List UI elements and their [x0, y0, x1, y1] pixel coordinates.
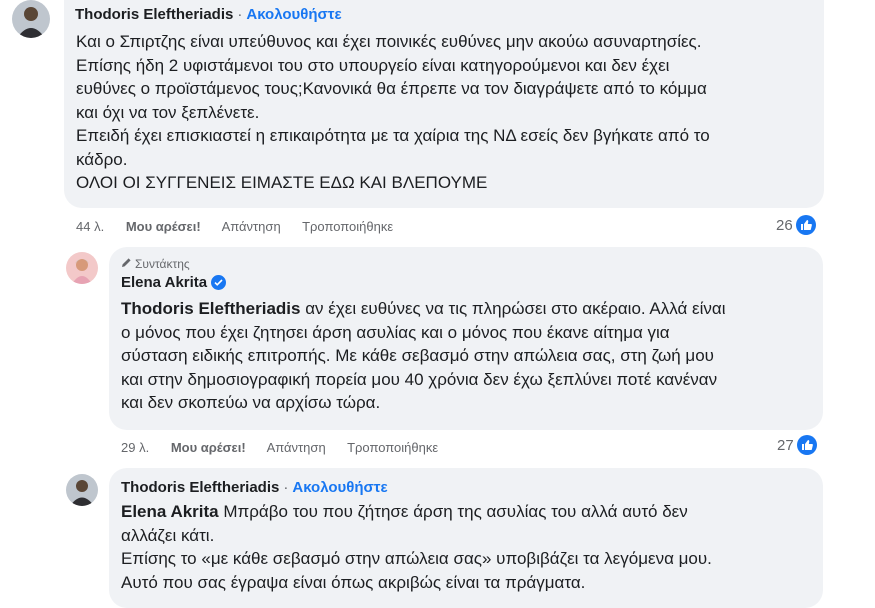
timestamp[interactable]: 29 λ. — [121, 440, 149, 455]
like-thumb-icon — [796, 435, 817, 455]
comment-actions: 29 λ. Μου αρέσει! Απάντηση Τροποποιήθηκε — [121, 440, 456, 455]
reply-button[interactable]: Απάντηση — [222, 219, 281, 234]
reaction-count[interactable]: 27 — [777, 435, 817, 455]
avatar[interactable] — [66, 252, 98, 284]
comment-bubble: Thodoris Eleftheriadis · Ακολουθήστε Elena… — [109, 468, 823, 608]
avatar[interactable] — [12, 0, 50, 38]
pen-icon — [121, 257, 132, 271]
edited-label[interactable]: Τροποποιήθηκε — [347, 440, 438, 455]
reply-button[interactable]: Απάντηση — [267, 440, 326, 455]
comment-author[interactable]: Thodoris Eleftheriadis — [121, 479, 279, 496]
comment-author[interactable]: Elena Akrita — [121, 274, 207, 291]
comment-actions: 44 λ. Μου αρέσει! Απάντηση Τροποποιήθηκε — [76, 219, 411, 234]
comment-text: Και ο Σπιρτζης είναι υπεύθυνος και έχει … — [76, 32, 710, 192]
avatar[interactable] — [66, 474, 98, 506]
mention-link[interactable]: Thodoris Eleftheriadis — [121, 299, 300, 318]
verified-badge-icon — [211, 275, 227, 290]
mention-link[interactable]: Elena Akrita — [121, 502, 219, 521]
like-thumb-icon — [795, 215, 816, 235]
author-tag: Συντάκτης — [121, 257, 190, 271]
comment-bubble: Συντάκτης Elena Akrita Thodoris Elefther… — [109, 247, 823, 430]
follow-button[interactable]: Ακολουθήστε — [292, 479, 387, 496]
comment-author[interactable]: Thodoris Eleftheriadis — [75, 6, 233, 23]
timestamp[interactable]: 44 λ. — [76, 219, 104, 234]
like-button[interactable]: Μου αρέσει! — [126, 219, 201, 234]
follow-button[interactable]: Ακολουθήστε — [246, 6, 341, 23]
comment-text: Elena Akrita Μπράβο του που ζήτησε άρση … — [121, 502, 712, 592]
comment-bubble: Thodoris Eleftheriadis · Ακολουθήστε Και ο… — [64, 0, 824, 208]
edited-label[interactable]: Τροποποιήθηκε — [302, 219, 393, 234]
like-button[interactable]: Μου αρέσει! — [171, 440, 246, 455]
reaction-count[interactable]: 26 — [776, 215, 816, 235]
comment-text: Thodoris Eleftheriadis αν έχει ευθύνες ν… — [121, 299, 726, 412]
